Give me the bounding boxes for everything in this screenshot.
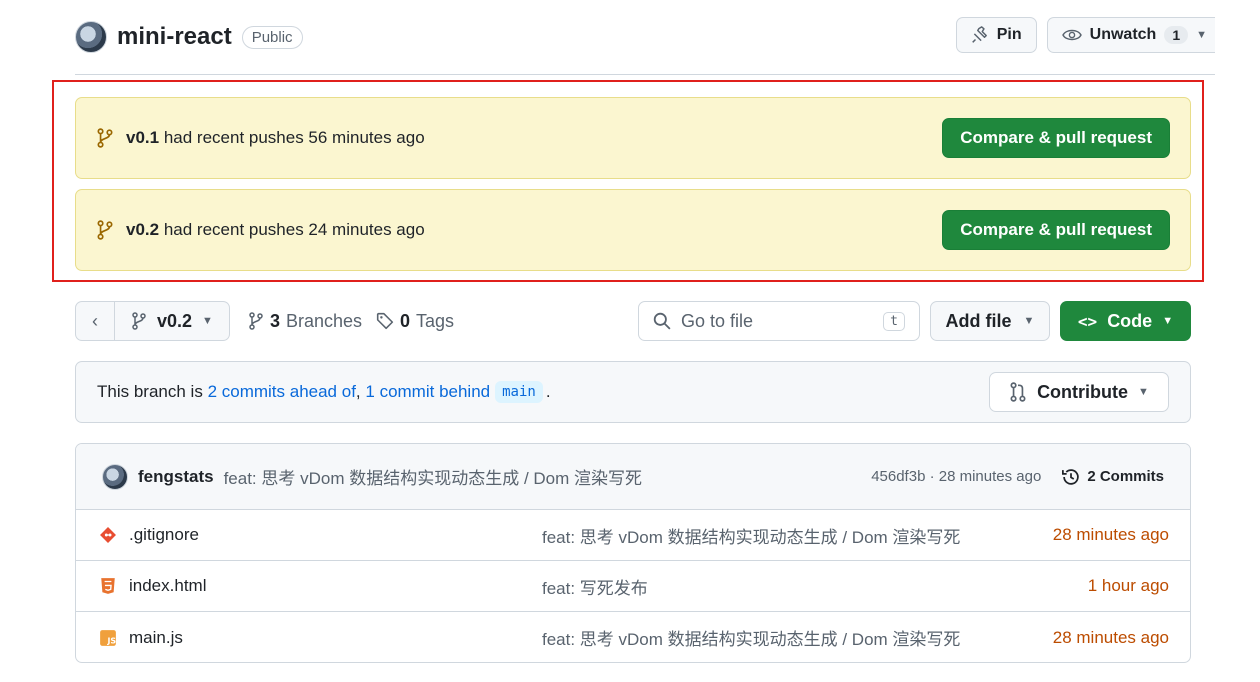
- keyboard-shortcut-hint: t: [883, 311, 905, 331]
- table-row[interactable]: index.html feat: 写死发布 1 hour ago: [76, 561, 1190, 612]
- push-message: had recent pushes 56 minutes ago: [163, 128, 425, 147]
- branches-label: Branches: [285, 310, 362, 331]
- table-row[interactable]: .gitignore feat: 思考 vDom 数据结构实现动态生成 / Do…: [76, 510, 1190, 561]
- chevron-down-icon: ▼: [1138, 386, 1149, 398]
- push-banner-text: v0.2 had recent pushes 24 minutes ago: [126, 220, 425, 240]
- commits-count: 2 Commits: [1087, 468, 1164, 485]
- git-icon: [97, 526, 119, 544]
- html-icon: [97, 577, 119, 595]
- owner-avatar[interactable]: [75, 21, 107, 53]
- tags-label: Tags: [416, 310, 455, 331]
- branch-icon: [249, 312, 263, 330]
- commits-behind-link[interactable]: 1 commit behind: [365, 382, 490, 402]
- tags-link[interactable]: 0 Tags: [376, 311, 454, 332]
- file-commit-time: 28 minutes ago: [1052, 627, 1169, 647]
- file-commit-message[interactable]: feat: 思考 vDom 数据结构实现动态生成 / Dom 渲染写死: [542, 625, 960, 650]
- file-commit-message[interactable]: feat: 思考 vDom 数据结构实现动态生成 / Dom 渲染写死: [542, 523, 960, 548]
- push-branch-name[interactable]: v0.2: [126, 220, 159, 239]
- branch-toolbar: ‹ v0.2 ▼ 3 Branches 0 Tags Go to file t …: [75, 300, 1191, 342]
- chevron-down-icon: ▼: [1162, 315, 1174, 327]
- chevron-down-icon: ▼: [1196, 29, 1207, 41]
- pin-label: Pin: [996, 26, 1022, 43]
- file-table: fengstats feat: 思考 vDom 数据结构实现动态生成 / Dom…: [75, 443, 1191, 663]
- repo-actions: Pin Unwatch 1 ▼: [955, 17, 1215, 53]
- history-icon: [1062, 468, 1080, 485]
- eye-icon: [1061, 29, 1082, 41]
- compare-pull-request-button[interactable]: Compare & pull request: [942, 118, 1170, 158]
- commit-message[interactable]: feat: 思考 vDom 数据结构实现动态生成 / Dom 渲染写死: [224, 464, 642, 489]
- add-file-button[interactable]: Add file ▼: [930, 301, 1050, 341]
- add-file-label: Add file: [945, 310, 1012, 331]
- file-commit-message[interactable]: feat: 写死发布: [542, 574, 648, 599]
- contribute-label: Contribute: [1037, 381, 1129, 402]
- js-icon: JS: [97, 629, 119, 647]
- suffix: .: [545, 382, 551, 401]
- go-to-file-placeholder: Go to file: [681, 310, 754, 331]
- commits-ahead-link[interactable]: 2 commits ahead of: [208, 382, 356, 402]
- base-branch-pill[interactable]: main: [495, 381, 543, 403]
- pin-button[interactable]: Pin: [955, 17, 1037, 53]
- unwatch-label: Unwatch: [1089, 26, 1157, 43]
- pull-request-icon: [1010, 382, 1026, 402]
- svg-text:JS: JS: [106, 636, 116, 645]
- push-branch-name[interactable]: v0.1: [126, 128, 159, 147]
- branch-icon: [97, 128, 113, 148]
- push-banner: v0.2 had recent pushes 24 minutes ago Co…: [75, 189, 1191, 271]
- sidebar-toggle-button[interactable]: ‹: [75, 301, 115, 341]
- tags-count: 0: [400, 310, 411, 331]
- branches-link[interactable]: 3 Branches: [248, 311, 362, 332]
- file-name[interactable]: .gitignore: [129, 525, 549, 545]
- table-row[interactable]: JS main.js feat: 思考 vDom 数据结构实现动态生成 / Do…: [76, 612, 1190, 662]
- code-icon: <>: [1077, 311, 1098, 331]
- file-name[interactable]: index.html: [129, 576, 549, 596]
- visibility-badge: Public: [241, 25, 303, 49]
- push-banner-text: v0.1 had recent pushes 56 minutes ago: [126, 128, 425, 148]
- header-divider: [75, 74, 1215, 75]
- branch-icon: [97, 220, 113, 240]
- branch-selector[interactable]: v0.2 ▼: [115, 301, 230, 341]
- commit-sha-time[interactable]: 456df3b · 28 minutes ago: [871, 468, 1041, 485]
- branch-icon: [132, 312, 146, 330]
- code-button[interactable]: <> Code ▼: [1060, 301, 1191, 341]
- branches-count: 3: [269, 310, 280, 331]
- chevron-left-icon: ‹: [92, 310, 98, 331]
- tag-icon: [376, 312, 394, 330]
- file-commit-time: 28 minutes ago: [1052, 525, 1169, 544]
- current-branch: v0.2: [157, 310, 193, 331]
- pin-icon: [971, 26, 987, 43]
- compare-pull-request-button[interactable]: Compare & pull request: [942, 210, 1170, 250]
- commit-author[interactable]: fengstats: [138, 467, 214, 487]
- repo-name[interactable]: mini-react: [117, 23, 232, 51]
- file-commit-time: 1 hour ago: [1087, 576, 1169, 595]
- chevron-down-icon: ▼: [1023, 315, 1035, 327]
- push-message: had recent pushes 24 minutes ago: [163, 220, 425, 239]
- repo-header: mini-react Public: [75, 18, 303, 56]
- search-icon: [653, 312, 671, 330]
- separator: ,: [355, 382, 361, 401]
- file-name[interactable]: main.js: [129, 628, 549, 648]
- commits-history-link[interactable]: 2 Commits: [1061, 467, 1164, 487]
- latest-commit-row: fengstats feat: 思考 vDom 数据结构实现动态生成 / Dom…: [76, 444, 1190, 510]
- push-banner: v0.1 had recent pushes 56 minutes ago Co…: [75, 97, 1191, 179]
- chevron-down-icon: ▼: [202, 315, 213, 327]
- contribute-button[interactable]: Contribute ▼: [989, 372, 1169, 412]
- branch-status-prefix: This branch is: [97, 382, 203, 401]
- go-to-file-input[interactable]: Go to file t: [638, 301, 920, 341]
- watch-count: 1: [1164, 26, 1189, 44]
- unwatch-button[interactable]: Unwatch 1 ▼: [1046, 17, 1215, 53]
- branch-status-bar: This branch is 2 commits ahead of, 1 com…: [75, 361, 1191, 423]
- code-label: Code: [1107, 310, 1153, 331]
- author-avatar[interactable]: [102, 463, 128, 490]
